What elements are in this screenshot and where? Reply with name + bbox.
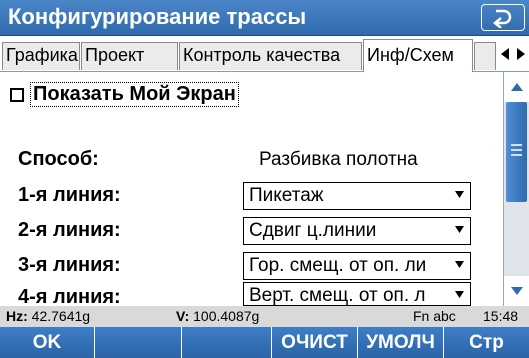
scroll-up-button[interactable] <box>504 72 529 102</box>
empty-softkey-3[interactable] <box>182 327 272 358</box>
page-softkey[interactable]: Стр <box>444 327 529 358</box>
tab-project[interactable]: Проект <box>81 42 178 70</box>
show-my-screen-checkbox[interactable] <box>10 87 24 102</box>
line4-dropdown[interactable]: Верт. смещ. от оп. л <box>243 282 471 306</box>
line4-value: Верт. смещ. от оп. л <box>249 285 426 306</box>
triangle-left-icon[interactable] <box>500 48 510 60</box>
window-title: Конфигурирование трассы <box>8 4 307 29</box>
input-mode: Fn abc <box>413 308 456 324</box>
ok-softkey[interactable]: OK <box>0 327 95 358</box>
line3-label: 3-я линия: <box>18 254 121 276</box>
method-value: Разбивка полотна <box>259 149 418 170</box>
clear-softkey[interactable]: ОЧИСТ <box>272 327 358 358</box>
empty-softkey-2[interactable] <box>95 327 182 358</box>
triangle-down-icon <box>455 261 464 268</box>
default-softkey[interactable]: УМОЛЧ <box>358 327 444 358</box>
title-bar: Конфигурирование трассы <box>0 0 529 36</box>
line1-label: 1-я линия: <box>18 184 121 206</box>
back-button[interactable] <box>481 4 525 31</box>
back-arrow-icon <box>493 9 512 28</box>
softkey-bar: OK ОЧИСТ УМОЛЧ Стр <box>0 327 529 358</box>
line2-dropdown[interactable]: Сдвиг ц.линии <box>243 217 471 245</box>
tab-bar: Графика Проект Контроль качества Инф/Схе… <box>0 36 529 72</box>
line2-value: Сдвиг ц.линии <box>249 220 377 241</box>
form-content: Показать Мой Экран Способ: Разбивка поло… <box>0 72 503 284</box>
line1-dropdown[interactable]: Пикетаж <box>243 182 471 210</box>
triangle-right-icon[interactable] <box>516 48 526 60</box>
hz-label: Hz: <box>6 308 28 324</box>
show-my-screen-label[interactable]: Показать Мой Экран <box>30 82 239 107</box>
scroll-thumb[interactable] <box>506 102 527 202</box>
clock: 15:48 <box>483 308 519 324</box>
triangle-down-icon <box>455 191 464 198</box>
triangle-down-icon <box>455 291 464 298</box>
line3-value: Гор. смещ. от оп. ли <box>249 255 427 276</box>
hz-readout: Hz: 42.7641g <box>6 308 90 324</box>
hz-value: 42.7641g <box>31 308 91 324</box>
tab-info-scheme[interactable]: Инф/Схем <box>363 39 473 72</box>
method-label: Способ: <box>18 148 99 170</box>
triangle-up-icon <box>510 83 523 91</box>
tab-quality-control[interactable]: Контроль качества <box>179 42 362 70</box>
vertical-scrollbar[interactable] <box>503 72 529 306</box>
triangle-down-icon <box>510 287 523 295</box>
status-bar: Hz: 42.7641g V: 100.4087g Fn abc 15:48 <box>0 306 529 327</box>
line1-value: Пикетаж <box>249 185 324 206</box>
tab-graphics[interactable]: Графика <box>2 42 80 70</box>
scroll-down-button[interactable] <box>504 276 529 306</box>
v-value: 100.4087g <box>193 308 260 324</box>
show-my-screen-row[interactable]: Показать Мой Экран <box>10 82 239 107</box>
triangle-down-icon <box>455 226 464 233</box>
v-label: V: <box>176 308 190 324</box>
tab-overflow[interactable] <box>474 42 496 70</box>
line3-dropdown[interactable]: Гор. смещ. от оп. ли <box>243 252 471 280</box>
v-readout: V: 100.4087g <box>176 308 259 324</box>
tab-scroll-arrows <box>497 40 529 68</box>
line2-label: 2-я линия: <box>18 219 121 241</box>
